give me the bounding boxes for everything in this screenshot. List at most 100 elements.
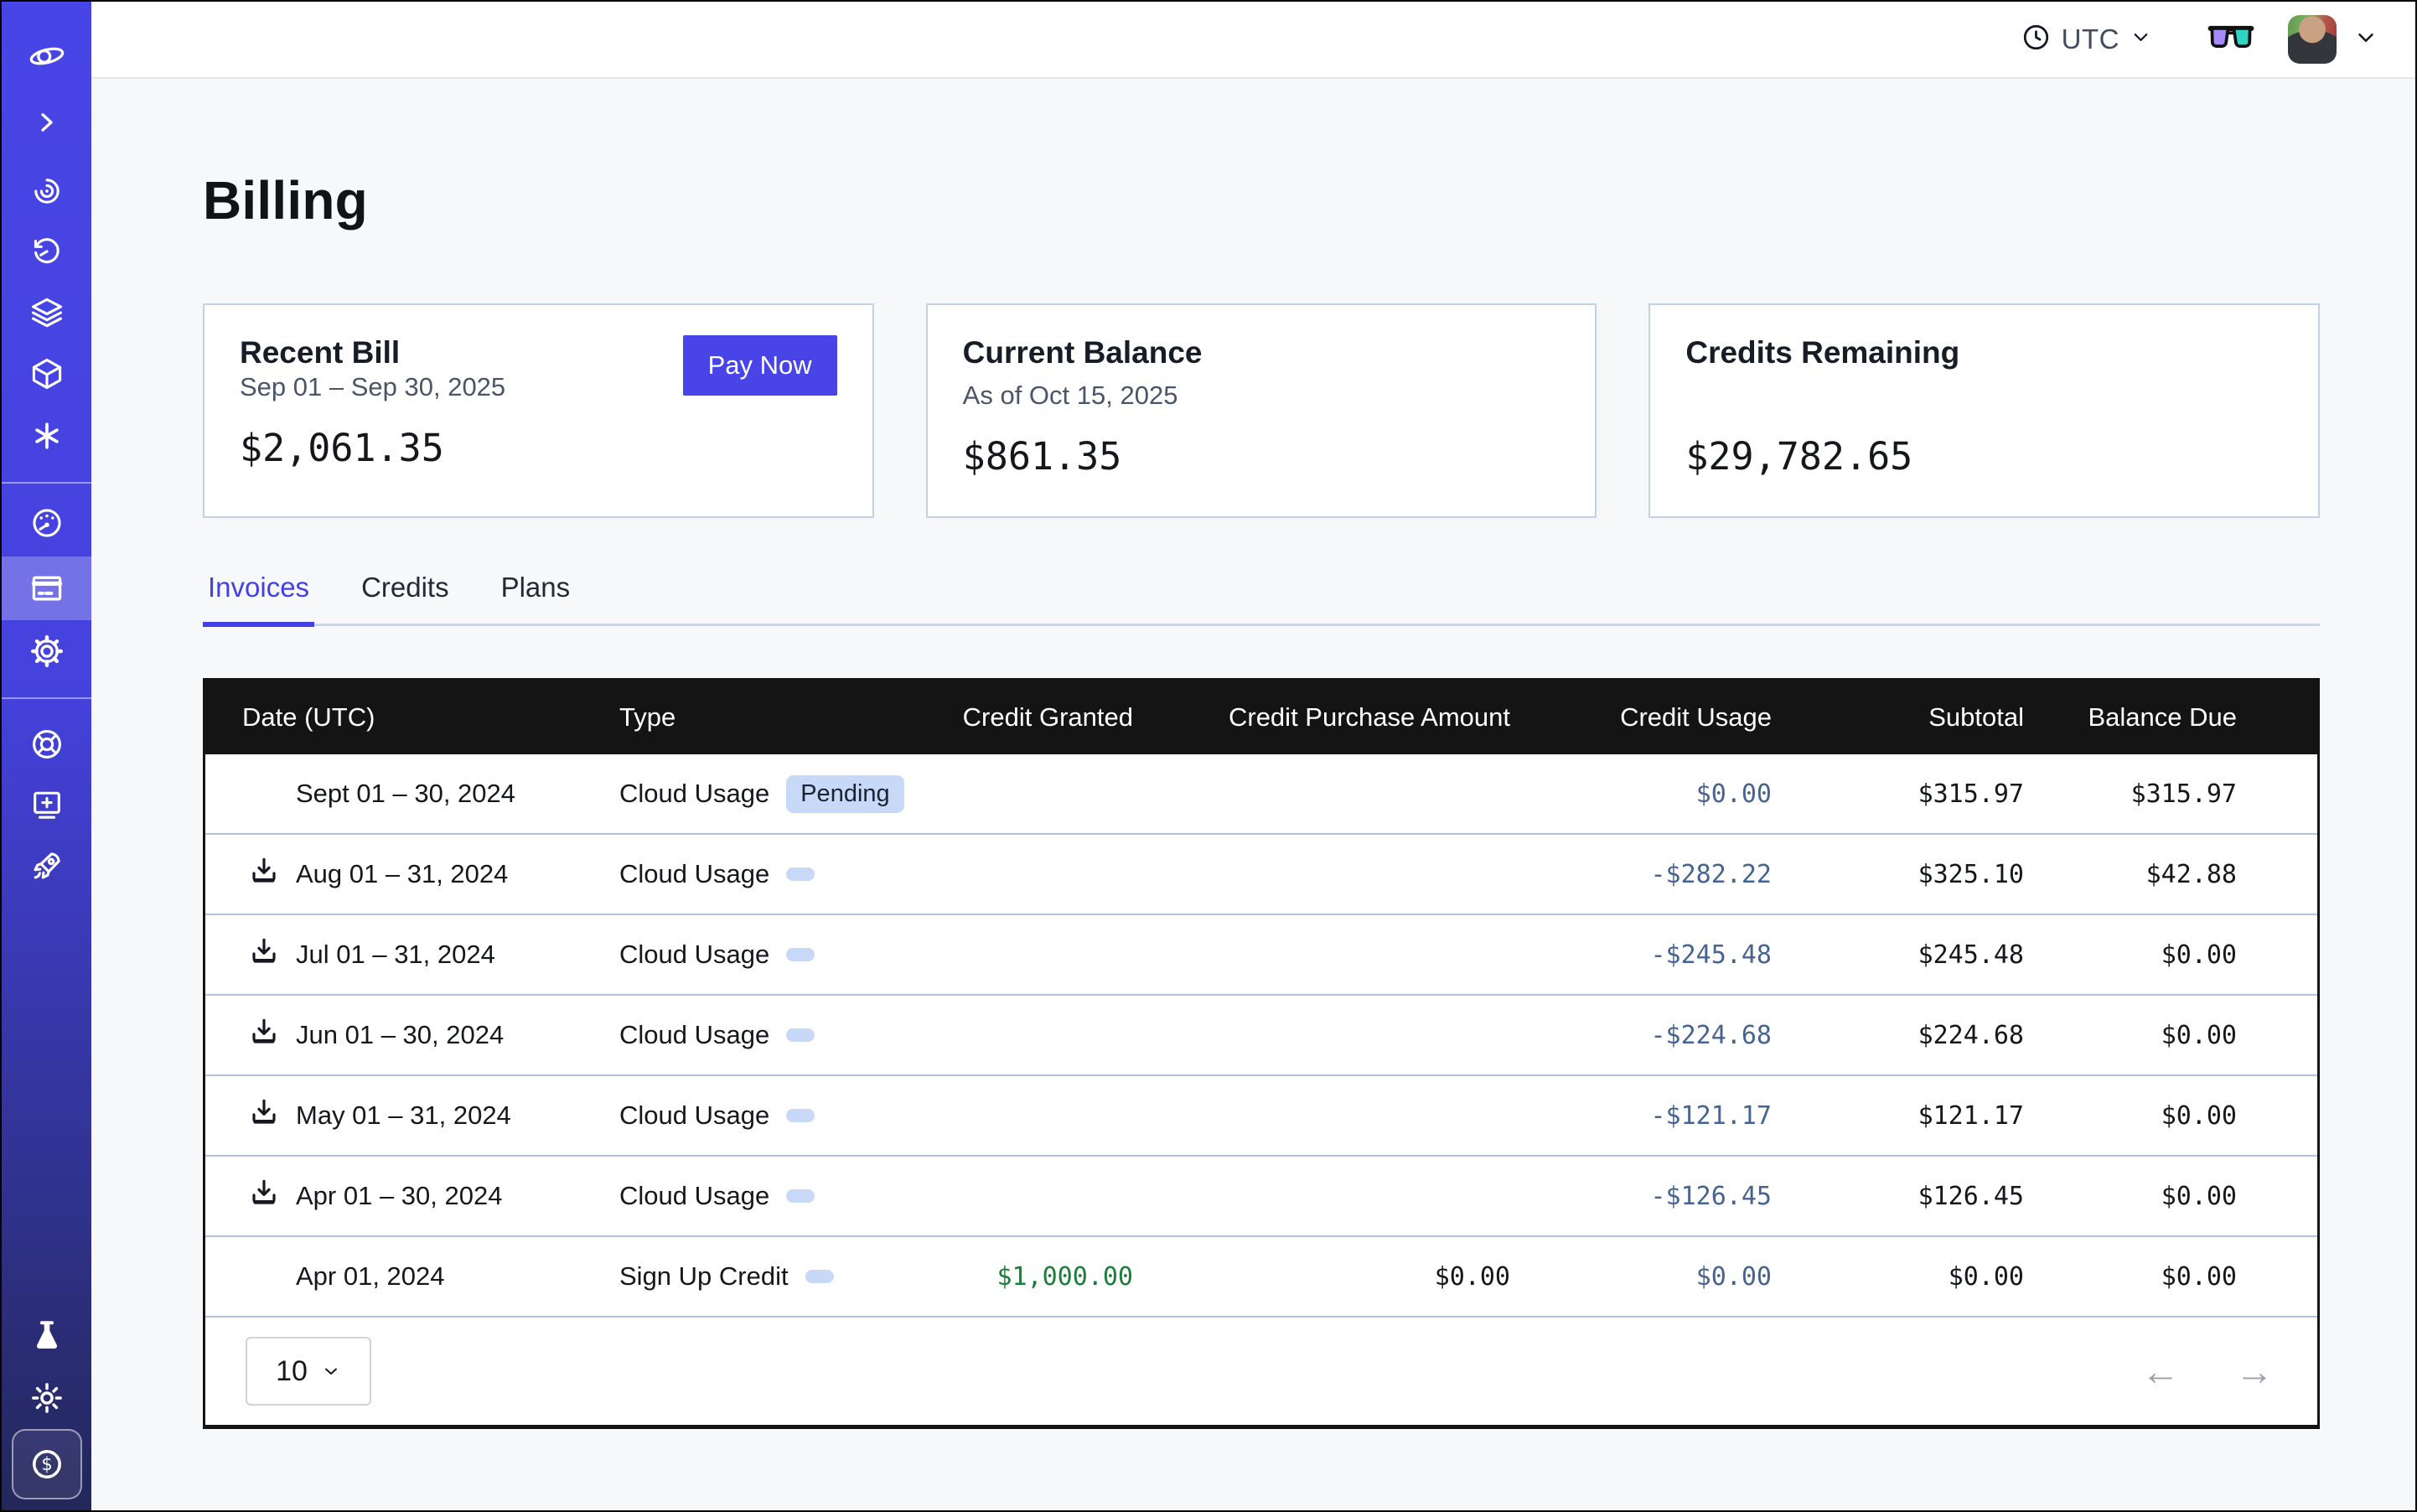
chevron-right-icon[interactable] (2, 91, 91, 154)
col-subtotal: Subtotal (1780, 702, 2032, 733)
balance-due-value: $42.88 (2032, 860, 2317, 889)
credit-usage-value: -$121.17 (1519, 1101, 1780, 1131)
table-row: May 01 – 31, 2024 Cloud Usage -$121.17 $… (205, 1076, 2317, 1157)
credit-card-icon[interactable] (2, 557, 91, 620)
cube-icon[interactable] (2, 342, 91, 406)
invoice-type: Cloud Usage (619, 859, 769, 889)
col-date: Date (UTC) (205, 702, 584, 733)
invoice-date: Apr 01 – 30, 2024 (296, 1181, 502, 1211)
current-balance-card: Current Balance As of Oct 15, 2025 $861.… (926, 303, 1597, 518)
credit-usage-value: $0.00 (1519, 1262, 1780, 1292)
col-credit-purchase-amount: Credit Purchase Amount (1141, 702, 1519, 733)
3d-glasses-icon[interactable] (2207, 24, 2254, 54)
sun-icon[interactable] (2, 1366, 91, 1430)
download-invoice-icon[interactable] (247, 854, 281, 894)
status-badge (805, 1270, 834, 1283)
download-invoice-icon[interactable] (247, 1095, 281, 1136)
invoice-type: Cloud Usage (619, 1100, 769, 1131)
balance-due-value: $315.97 (2032, 779, 2317, 809)
planet-logo-icon[interactable] (2, 24, 91, 88)
subtotal-value: $224.68 (1780, 1021, 2032, 1050)
subtotal-value: $325.10 (1780, 860, 2032, 889)
subtotal-value: $245.48 (1780, 940, 2032, 970)
invoice-date: Jul 01 – 31, 2024 (296, 940, 495, 970)
next-page-arrow-icon[interactable]: → (2235, 1352, 2274, 1390)
page-title: Billing (203, 169, 2320, 231)
download-invoice-icon[interactable] (247, 1176, 281, 1216)
pagination: 10 ← → (205, 1318, 2317, 1425)
rocket-icon[interactable] (2, 834, 91, 898)
table-row: Apr 01, 2024 Sign Up Credit $1,000.00 $0… (205, 1237, 2317, 1318)
svg-text:$: $ (41, 1454, 52, 1474)
timezone-selector[interactable]: UTC (2021, 22, 2152, 57)
asterisk-icon[interactable] (2, 404, 91, 468)
table-row: Aug 01 – 31, 2024 Cloud Usage -$282.22 $… (205, 835, 2317, 915)
topbar: UTC (91, 2, 2415, 79)
summary-cards: Recent Bill Pay Now Sep 01 – Sep 30, 202… (203, 303, 2320, 518)
billing-page: $ UTC Billing Recent Bill Pay Now (0, 0, 2417, 1512)
subtotal-value: $121.17 (1780, 1101, 2032, 1131)
sidebar: $ (2, 2, 91, 1510)
credit-purchase-value: $0.00 (1141, 1262, 1519, 1292)
status-badge (786, 948, 815, 961)
billing-tabs: Invoices Credits Plans (203, 572, 2320, 626)
pay-now-button[interactable]: Pay Now (683, 335, 837, 396)
subtotal-value: $315.97 (1780, 779, 2032, 809)
status-badge (786, 1028, 815, 1042)
col-credit-usage: Credit Usage (1519, 702, 1780, 733)
balance-due-value: $0.00 (2032, 1021, 2317, 1050)
sidebar-divider (2, 482, 91, 484)
card-subtitle (1685, 381, 2283, 412)
page-size-value: 10 (276, 1355, 308, 1388)
galaxy-icon[interactable] (2, 159, 91, 223)
table-row: Apr 01 – 30, 2024 Cloud Usage -$126.45 $… (205, 1157, 2317, 1237)
main-content: Billing Recent Bill Pay Now Sep 01 – Sep… (91, 79, 2415, 1510)
credits-remaining-card: Credits Remaining $29,782.65 (1648, 303, 2320, 518)
credits-remaining-amount: $29,782.65 (1685, 434, 2283, 479)
timer-icon[interactable] (2, 220, 91, 283)
card-title: Recent Bill (240, 335, 400, 370)
prev-page-arrow-icon[interactable]: ← (2141, 1352, 2180, 1390)
recent-bill-amount: $2,061.35 (240, 426, 837, 470)
balance-due-value: $0.00 (2032, 1182, 2317, 1211)
flask-icon[interactable] (2, 1304, 91, 1368)
invoice-date: May 01 – 31, 2024 (296, 1100, 511, 1131)
chevron-down-icon[interactable] (2353, 25, 2378, 54)
table-row: Jun 01 – 30, 2024 Cloud Usage -$224.68 $… (205, 996, 2317, 1076)
col-type: Type (584, 702, 961, 733)
col-credit-granted: Credit Granted (961, 702, 1141, 733)
balance-due-value: $0.00 (2032, 940, 2317, 970)
current-balance-amount: $861.35 (963, 434, 1560, 479)
tab-plans[interactable]: Plans (496, 572, 576, 627)
invoice-date: Sept 01 – 30, 2024 (296, 779, 515, 809)
download-invoice-icon[interactable] (247, 935, 281, 975)
download-invoice-icon[interactable] (247, 1015, 281, 1055)
credit-usage-value: -$126.45 (1519, 1182, 1780, 1211)
dollar-badge-icon[interactable]: $ (2, 1432, 91, 1496)
subtotal-value: $0.00 (1780, 1262, 2032, 1292)
card-title: Credits Remaining (1685, 335, 2283, 370)
page-size-select[interactable]: 10 (246, 1337, 371, 1406)
invoice-date: Jun 01 – 30, 2024 (296, 1020, 504, 1050)
dollar-badge-box: $ (12, 1429, 82, 1499)
timezone-label: UTC (2062, 23, 2119, 55)
table-row: Sept 01 – 30, 2024 Cloud Usage Pending $… (205, 754, 2317, 835)
tab-invoices[interactable]: Invoices (203, 572, 314, 627)
clock-icon (2021, 22, 2052, 57)
book-plus-icon[interactable] (2, 773, 91, 836)
invoice-date: Apr 01, 2024 (296, 1261, 445, 1292)
invoice-type: Cloud Usage (619, 779, 769, 809)
gear-icon[interactable] (2, 619, 91, 683)
invoices-table: Date (UTC) Type Credit Granted Credit Pu… (203, 678, 2320, 1429)
gauge-icon[interactable] (2, 491, 91, 555)
tab-credits[interactable]: Credits (356, 572, 454, 627)
col-balance-due: Balance Due (2032, 702, 2317, 733)
invoice-type: Cloud Usage (619, 1181, 769, 1211)
credit-usage-value: -$282.22 (1519, 860, 1780, 889)
user-avatar[interactable] (2288, 15, 2337, 64)
life-buoy-icon[interactable] (2, 712, 91, 776)
invoice-type: Cloud Usage (619, 940, 769, 970)
recent-bill-card: Recent Bill Pay Now Sep 01 – Sep 30, 202… (203, 303, 874, 518)
subtotal-value: $126.45 (1780, 1182, 2032, 1211)
layers-icon[interactable] (2, 280, 91, 344)
